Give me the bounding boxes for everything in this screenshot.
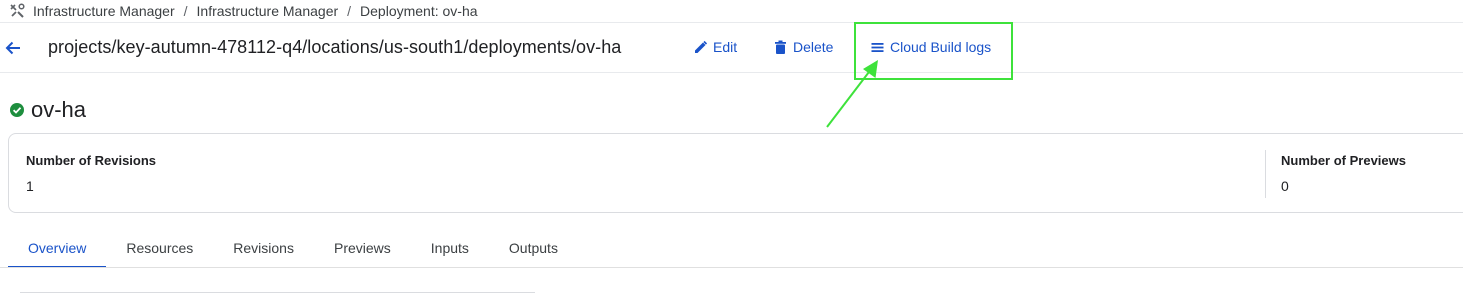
content-divider [20, 292, 535, 293]
deployment-title: ov-ha [10, 97, 86, 123]
previews-count-value: 0 [1281, 178, 1289, 194]
breadcrumb: Infrastructure Manager / Infrastructure … [8, 0, 478, 22]
breadcrumb-item-deployment: Deployment: ov-ha [360, 3, 478, 19]
delete-button[interactable]: Delete [773, 39, 833, 55]
stats-card: Number of Revisions 1 Number of Previews… [8, 133, 1463, 213]
tab-resources[interactable]: Resources [106, 232, 213, 267]
edit-button-label: Edit [713, 39, 738, 55]
cloud-build-logs-label: Cloud Build logs [890, 39, 992, 55]
tab-previews[interactable]: Previews [314, 232, 411, 267]
page-title: projects/key-autumn-478112-q4/locations/… [48, 37, 622, 57]
header-divider [0, 72, 1463, 73]
tab-inputs[interactable]: Inputs [411, 232, 489, 267]
pencil-icon [695, 40, 708, 53]
breadcrumb-item-infrastructure-manager[interactable]: Infrastructure Manager [33, 3, 175, 19]
page-header: projects/key-autumn-478112-q4/locations/… [0, 23, 1463, 73]
revisions-count-value: 1 [26, 178, 34, 194]
breadcrumb-separator: / [183, 3, 188, 19]
infrastructure-tools-icon [8, 2, 26, 20]
list-lines-icon [871, 42, 884, 52]
page: Infrastructure Manager / Infrastructure … [0, 0, 1463, 295]
arrow-back-icon[interactable] [3, 38, 23, 58]
cloud-build-logs-button[interactable]: Cloud Build logs [870, 39, 991, 55]
check-circle-icon [10, 103, 24, 117]
tab-revisions[interactable]: Revisions [213, 232, 314, 267]
stats-divider [1265, 150, 1266, 198]
revisions-count-label: Number of Revisions [26, 153, 157, 168]
delete-button-label: Delete [793, 39, 834, 55]
deployment-name: ov-ha [31, 97, 87, 122]
previews-count-label: Number of Previews [1281, 153, 1406, 168]
edit-button[interactable]: Edit [693, 39, 737, 55]
breadcrumb-item-infrastructure-manager-2[interactable]: Infrastructure Manager [197, 3, 339, 19]
tab-outputs[interactable]: Outputs [489, 232, 578, 267]
trash-icon [775, 40, 786, 54]
tab-overview[interactable]: Overview [8, 232, 107, 268]
tabs-divider [0, 267, 1463, 268]
breadcrumb-separator: / [347, 3, 352, 19]
tab-bar: Overview Resources Revisions Previews In… [8, 232, 578, 268]
